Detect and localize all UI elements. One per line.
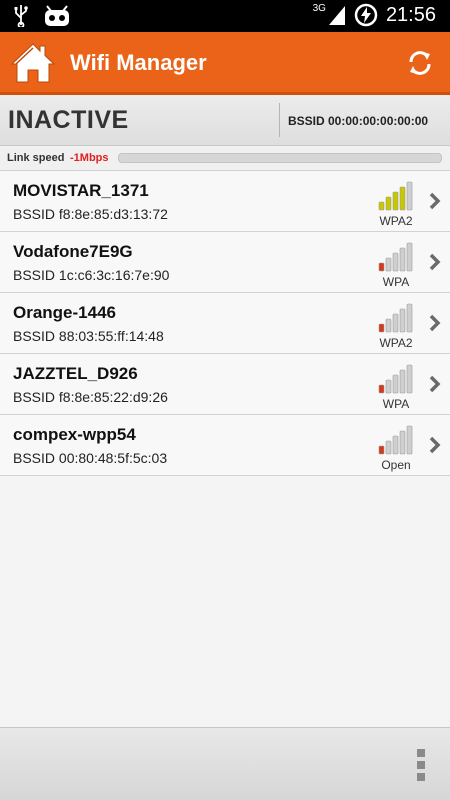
clock: 21:56 [385, 3, 436, 26]
status-bar: 3G 21:56 [0, 0, 450, 32]
current-bssid: BSSID 00:00:00:00:00:00 [288, 114, 429, 128]
wifi-signal-icon [378, 242, 413, 272]
signal-bar [392, 252, 399, 272]
network-item[interactable]: MOVISTAR_1371 BSSID f8:8e:85:d3:13:72 WP… [0, 171, 450, 232]
bottom-bar [0, 727, 450, 800]
signal-bar [378, 445, 385, 455]
network-security: WPA [382, 397, 410, 411]
network-list: MOVISTAR_1371 BSSID f8:8e:85:d3:13:72 WP… [0, 171, 450, 476]
usb-icon [14, 5, 28, 27]
signal-bar [406, 364, 413, 394]
signal-bar [378, 262, 385, 272]
signal-bar [385, 257, 392, 272]
signal-bar [385, 440, 392, 455]
link-speed-bar [118, 153, 442, 163]
chevron-right-icon [429, 314, 441, 332]
network-bssid: BSSID 88:03:55:ff:14:48 [13, 328, 164, 344]
wifi-signal-icon [378, 303, 413, 333]
network-bssid: BSSID 00:80:48:5f:5c:03 [13, 450, 168, 466]
network-security: Open [381, 458, 411, 472]
signal-bar [406, 181, 413, 211]
wifi-signal-icon [378, 181, 413, 211]
network-security: WPA2 [379, 214, 413, 228]
network-type-label: 3G [312, 2, 326, 14]
battery-charging-icon [354, 3, 378, 27]
network-security: WPA2 [379, 336, 413, 350]
network-bssid: BSSID f8:8e:85:d3:13:72 [13, 206, 168, 222]
signal-bar [392, 435, 399, 455]
home-icon[interactable] [10, 40, 56, 86]
link-speed-value: -1Mbps [70, 152, 109, 164]
network-bssid: BSSID f8:8e:85:22:d9:26 [13, 389, 168, 405]
wifi-signal-icon [378, 425, 413, 455]
network-item[interactable]: compex-wpp54 BSSID 00:80:48:5f:5c:03 Ope… [0, 415, 450, 476]
network-ssid: Vodafone7E9G [13, 242, 133, 261]
network-item[interactable]: JAZZTEL_D926 BSSID f8:8e:85:22:d9:26 WPA [0, 354, 450, 415]
signal-bar [399, 247, 406, 272]
signal-bar [399, 369, 406, 394]
action-bar: Wifi Manager [0, 32, 450, 95]
signal-bar [392, 374, 399, 394]
signal-bar [392, 313, 399, 333]
network-bssid: BSSID 1c:c6:3c:16:7e:90 [13, 267, 170, 283]
refresh-icon[interactable] [406, 49, 434, 77]
chevron-right-icon [429, 253, 441, 271]
network-ssid: MOVISTAR_1371 [13, 181, 149, 200]
signal-bar [385, 318, 392, 333]
network-item[interactable]: Orange-1446 BSSID 88:03:55:ff:14:48 WPA2 [0, 293, 450, 354]
connection-status-header: INACTIVE BSSID 00:00:00:00:00:00 [0, 95, 450, 146]
network-ssid: JAZZTEL_D926 [13, 364, 138, 383]
signal-bar [406, 303, 413, 333]
signal-bar [392, 191, 399, 211]
chevron-right-icon [429, 436, 441, 454]
signal-bar [399, 308, 406, 333]
network-security: WPA [382, 275, 410, 289]
signal-bar [385, 379, 392, 394]
chevron-right-icon [429, 192, 441, 210]
chevron-right-icon [429, 375, 441, 393]
connection-state: INACTIVE [8, 106, 129, 134]
app-title: Wifi Manager [70, 50, 207, 75]
android-debug-icon [45, 5, 69, 26]
network-ssid: compex-wpp54 [13, 425, 136, 444]
signal-bar [378, 384, 385, 394]
wifi-signal-icon [378, 364, 413, 394]
signal-bar [406, 242, 413, 272]
link-speed-label: Link speed [7, 152, 65, 164]
signal-bar [399, 186, 406, 211]
signal-bar [378, 201, 385, 211]
signal-bar [406, 425, 413, 455]
signal-bar [378, 323, 385, 333]
network-item[interactable]: Vodafone7E9G BSSID 1c:c6:3c:16:7e:90 WPA [0, 232, 450, 293]
overflow-menu-icon[interactable] [416, 748, 426, 782]
signal-bar [399, 430, 406, 455]
network-ssid: Orange-1446 [13, 303, 116, 322]
signal-icon [328, 6, 345, 25]
signal-bar [385, 196, 392, 211]
status-divider [279, 103, 280, 137]
link-speed-row: Link speed -1Mbps [0, 146, 450, 171]
